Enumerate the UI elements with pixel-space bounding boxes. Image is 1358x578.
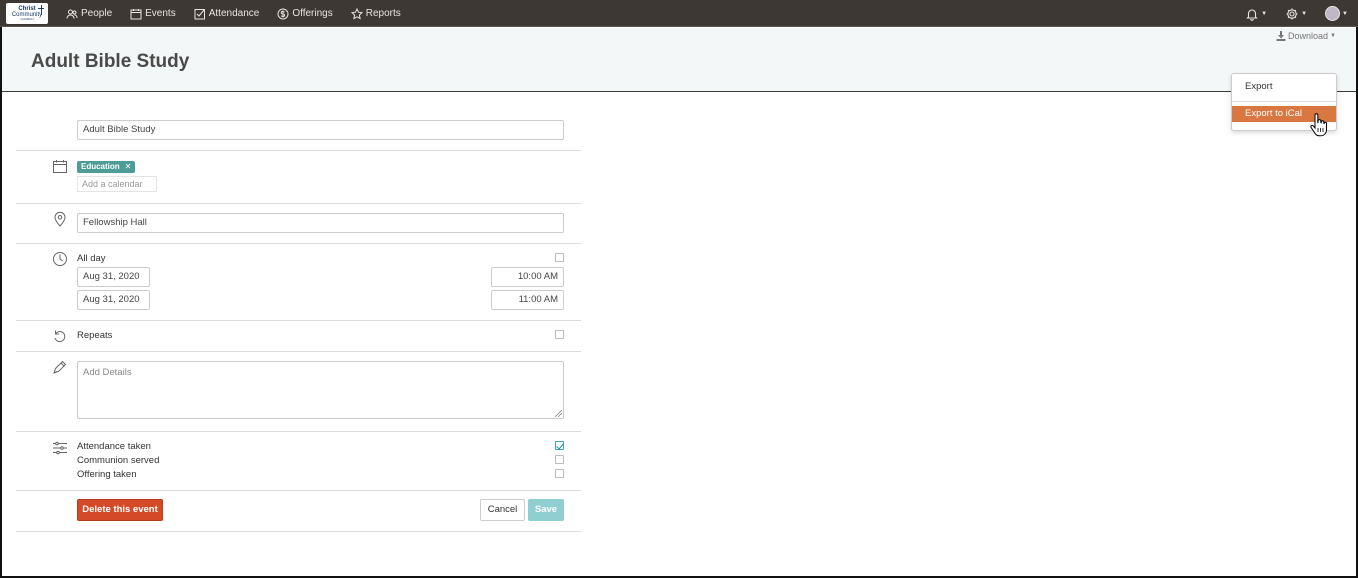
- communion-served-checkbox[interactable]: [555, 455, 564, 464]
- settings-menu[interactable]: ▼: [1285, 7, 1307, 21]
- location-pin-icon: [52, 211, 68, 227]
- row-divider: [16, 351, 581, 352]
- calendar-tag-label: Education: [81, 162, 120, 171]
- resize-handle-icon[interactable]: [555, 410, 562, 417]
- sliders-icon: [52, 440, 68, 456]
- nav-label-offerings: Offerings: [292, 8, 333, 19]
- all-day-label: All day: [77, 253, 106, 264]
- start-time-input[interactable]: 10:00 AM: [491, 267, 564, 287]
- page-title: Adult Bible Study: [31, 51, 190, 72]
- user-menu[interactable]: ▼: [1325, 6, 1348, 21]
- nav-item-reports[interactable]: Reports: [350, 7, 401, 20]
- notifications-menu[interactable]: ▼: [1245, 7, 1267, 21]
- star-icon: [350, 7, 363, 19]
- repeat-icon: [52, 328, 68, 344]
- attendance-taken-label: Attendance taken: [77, 441, 151, 452]
- cross-icon: [38, 5, 44, 15]
- row-divider: [16, 431, 581, 432]
- cancel-button[interactable]: Cancel: [480, 499, 525, 521]
- end-date-input[interactable]: Aug 31, 2020: [77, 290, 150, 310]
- bell-icon: [1246, 8, 1258, 21]
- nav-item-people[interactable]: People: [66, 8, 112, 20]
- nav-label-attendance: Attendance: [208, 8, 260, 19]
- nav-label-people: People: [81, 8, 113, 19]
- attendance-taken-checkbox[interactable]: [555, 441, 564, 450]
- nav-item-offerings[interactable]: Offerings: [277, 8, 333, 20]
- add-calendar-input[interactable]: Add a calendar: [77, 176, 157, 192]
- delete-event-button[interactable]: Delete this event: [77, 499, 163, 521]
- start-date-input[interactable]: Aug 31, 2020: [77, 267, 150, 287]
- chevron-down-icon: ▼: [1301, 10, 1308, 17]
- menu-item-export[interactable]: Export: [1232, 79, 1336, 95]
- download-button[interactable]: Download ▼: [1276, 31, 1336, 41]
- download-icon: [1276, 31, 1286, 41]
- people-icon: [66, 9, 78, 19]
- details-placeholder: Add Details: [83, 367, 132, 378]
- row-divider: [16, 490, 581, 491]
- checkbox-icon: [194, 8, 205, 19]
- row-divider: [16, 531, 581, 532]
- chevron-down-icon: ▼: [1330, 33, 1336, 39]
- calendar-icon: [130, 8, 142, 19]
- calendar-icon: [52, 159, 68, 175]
- church-logo[interactable]: Christ Community CHURCH: [6, 3, 48, 24]
- top-navbar: Christ Community CHURCH People Events At…: [0, 0, 1358, 27]
- coin-icon: [277, 8, 289, 19]
- gear-icon: [1286, 8, 1298, 19]
- nav-label-reports: Reports: [365, 8, 401, 19]
- avatar: [1325, 6, 1341, 21]
- repeats-checkbox[interactable]: [555, 330, 564, 339]
- all-day-checkbox[interactable]: [555, 253, 564, 262]
- row-divider: [16, 243, 581, 244]
- nav-item-events[interactable]: Events: [130, 8, 176, 20]
- row-divider: [16, 203, 581, 204]
- nav-item-attendance[interactable]: Attendance: [194, 8, 260, 20]
- hand-cursor-icon: [1310, 113, 1327, 137]
- page-header: Adult Bible Study: [2, 28, 1356, 92]
- chevron-down-icon: ▼: [1261, 10, 1268, 17]
- offering-taken-label: Offering taken: [77, 469, 137, 480]
- chevron-down-icon: ▼: [1342, 10, 1348, 17]
- clock-icon: [52, 251, 68, 267]
- main-nav: People Events Attendance Offerings Repor…: [66, 0, 419, 27]
- pen-icon: [52, 359, 68, 375]
- row-divider: [16, 150, 581, 151]
- close-icon[interactable]: ✕: [125, 161, 132, 173]
- save-button[interactable]: Save: [528, 499, 564, 521]
- end-time-input[interactable]: 11:00 AM: [491, 290, 564, 310]
- calendar-tag[interactable]: Education ✕: [77, 161, 136, 173]
- logo-line-3: CHURCH: [20, 17, 34, 21]
- nav-label-events: Events: [145, 8, 176, 19]
- event-name-input[interactable]: Adult Bible Study: [77, 120, 564, 140]
- communion-served-label: Communion served: [77, 455, 160, 466]
- nav-right-group: ▼ ▼ ▼: [1227, 0, 1348, 27]
- location-input[interactable]: Fellowship Hall: [77, 213, 564, 233]
- details-textarea[interactable]: Add Details: [77, 361, 564, 419]
- offering-taken-checkbox[interactable]: [555, 469, 564, 478]
- download-label: Download: [1288, 31, 1329, 41]
- menu-divider: [1232, 101, 1336, 102]
- repeats-label: Repeats: [77, 330, 113, 341]
- row-divider: [16, 320, 581, 321]
